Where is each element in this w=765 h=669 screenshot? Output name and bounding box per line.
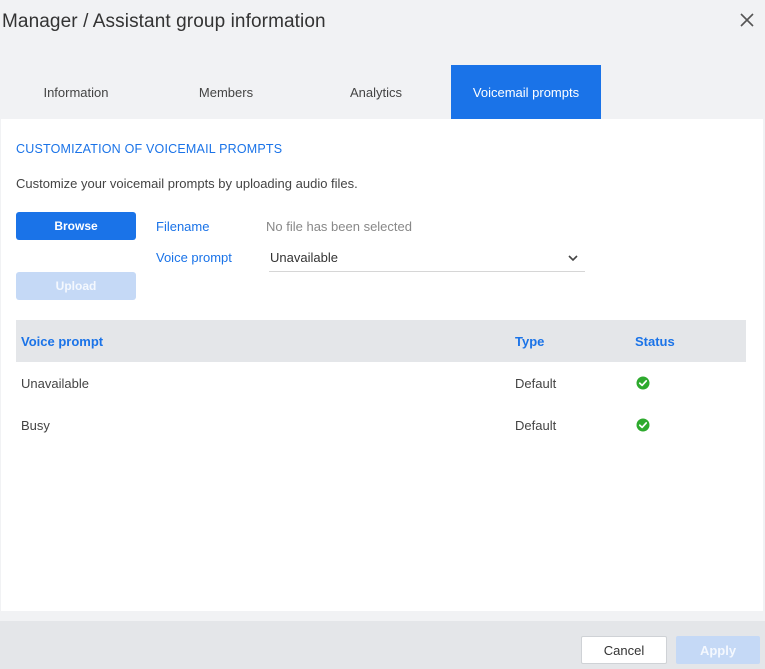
table-row[interactable]: Busy Default <box>16 404 746 446</box>
voice-prompts-table: Voice prompt Type Status Unavailable Def… <box>16 320 746 446</box>
column-header-voice-prompt[interactable]: Voice prompt <box>21 334 103 349</box>
group-info-dialog: Manager / Assistant group information In… <box>0 0 765 669</box>
tab-information[interactable]: Information <box>1 65 151 119</box>
tab-label: Voicemail prompts <box>472 84 580 100</box>
cell-type: Default <box>515 418 557 433</box>
tab-label: Analytics <box>349 84 403 100</box>
close-icon[interactable] <box>738 11 756 29</box>
table-header: Voice prompt Type Status <box>16 320 746 362</box>
cell-voice-prompt: Busy <box>21 418 50 433</box>
voice-prompt-selected: Unavailable <box>270 250 338 265</box>
voicemail-panel: CUSTOMIZATION OF VOICEMAIL PROMPTS Custo… <box>1 119 763 611</box>
dialog-title: Manager / Assistant group information <box>2 11 326 32</box>
upload-button[interactable]: Upload <box>16 272 136 300</box>
tab-voicemail-prompts[interactable]: Voicemail prompts <box>451 65 601 119</box>
tab-bar: Information Members Analytics Voicemail … <box>0 65 765 119</box>
cell-type: Default <box>515 376 557 391</box>
column-header-type[interactable]: Type <box>515 334 544 349</box>
cancel-button[interactable]: Cancel <box>581 636 667 664</box>
column-header-status[interactable]: Status <box>635 334 675 349</box>
dialog-footer: Cancel Apply <box>0 621 765 669</box>
tab-analytics[interactable]: Analytics <box>301 65 451 119</box>
section-description: Customize your voicemail prompts by uplo… <box>16 176 358 191</box>
filename-value: No file has been selected <box>266 219 412 234</box>
tab-label: Members <box>198 84 254 100</box>
check-circle-icon <box>636 376 650 390</box>
apply-button[interactable]: Apply <box>676 636 760 664</box>
chevron-down-icon <box>567 251 579 269</box>
table-row[interactable]: Unavailable Default <box>16 362 746 404</box>
tab-label: Information <box>43 84 109 100</box>
check-circle-icon <box>636 418 650 432</box>
section-title: CUSTOMIZATION OF VOICEMAIL PROMPTS <box>16 142 283 156</box>
cell-voice-prompt: Unavailable <box>21 376 89 391</box>
browse-button[interactable]: Browse <box>16 212 136 240</box>
tab-members[interactable]: Members <box>151 65 301 119</box>
filename-label: Filename <box>156 219 210 234</box>
voice-prompt-select[interactable]: Unavailable <box>269 243 585 272</box>
voice-prompt-label: Voice prompt <box>156 250 232 265</box>
